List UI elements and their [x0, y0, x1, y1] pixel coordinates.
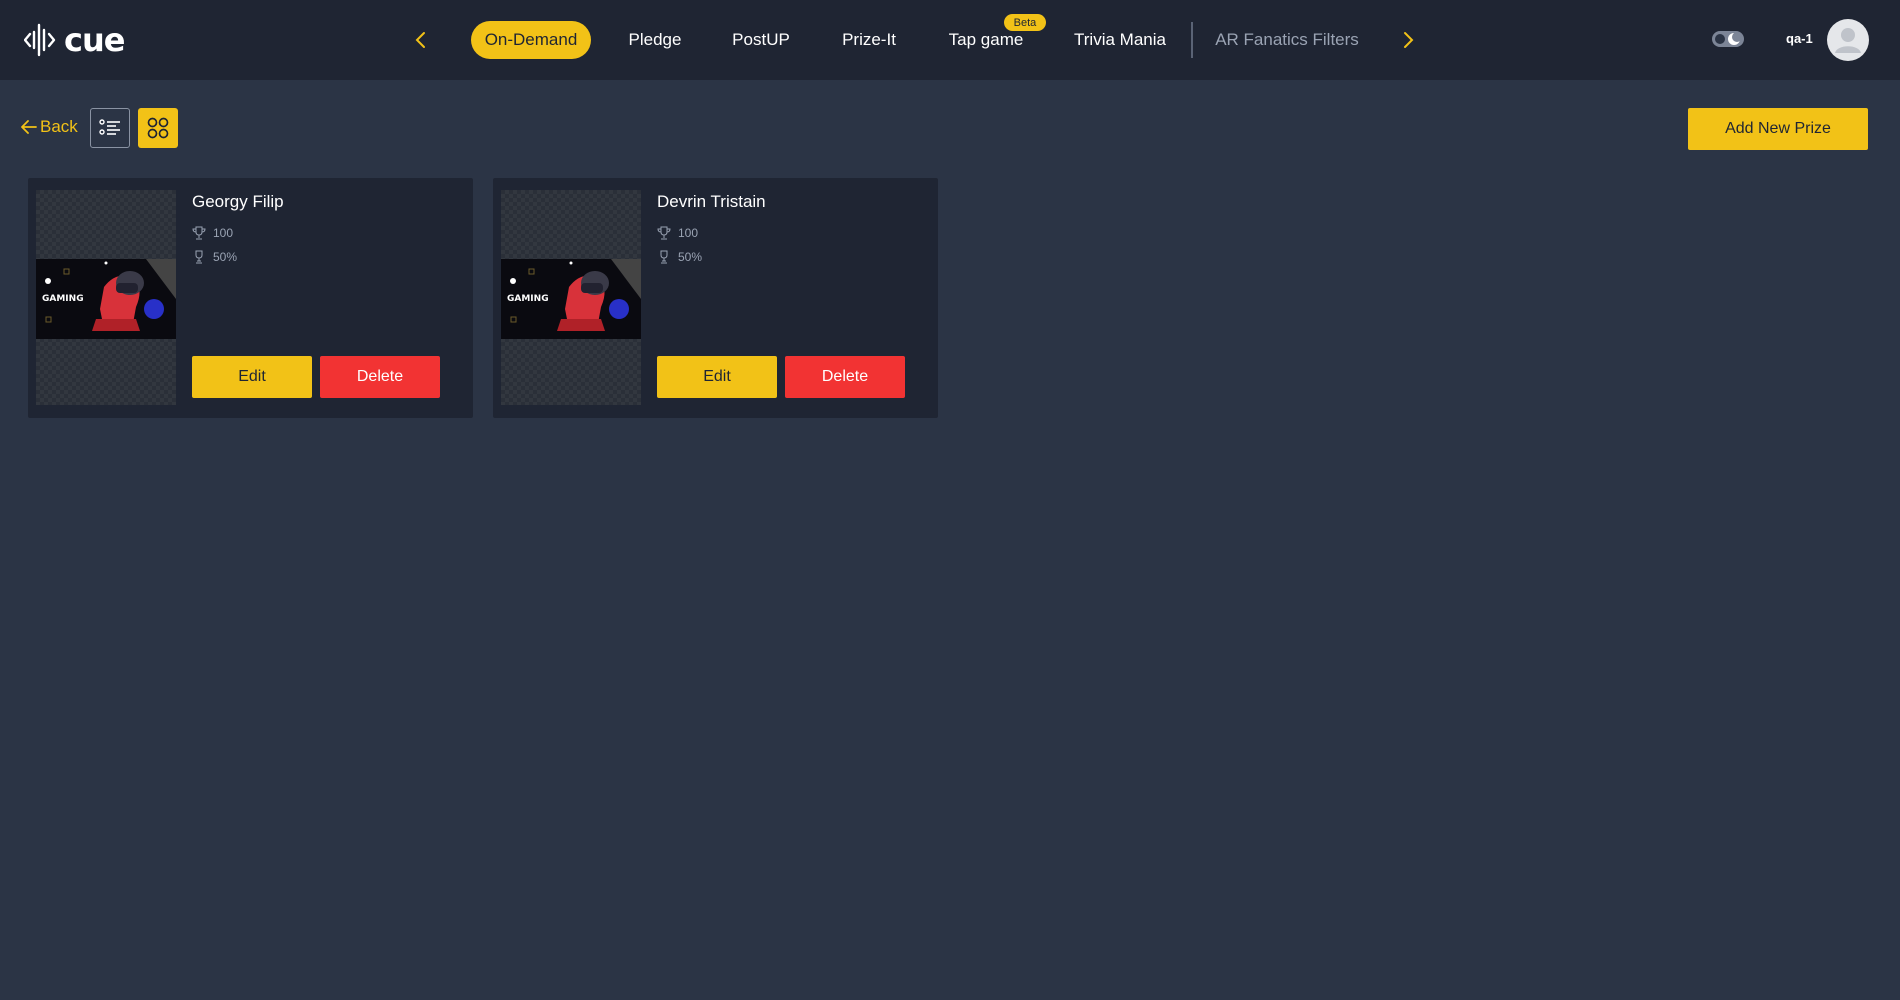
- prize-card: GAMING Georgy Filip 100 50% Edit Delete: [28, 178, 473, 418]
- chevron-left-icon: [415, 32, 425, 48]
- prize-image: GAMING: [36, 259, 176, 339]
- nav-prev-arrow[interactable]: [407, 26, 435, 54]
- username-label: qa-1: [1786, 31, 1813, 46]
- gaming-image-text: GAMING: [507, 294, 549, 304]
- trophy-probability-icon: [195, 250, 203, 264]
- trophy-probability-icon: [660, 250, 668, 264]
- cue-logo[interactable]: cue: [24, 20, 125, 60]
- soundwave-logo-icon: [24, 23, 56, 57]
- top-navigation-bar: cue On-Demand Pledge PostUP Prize-It Tap…: [0, 0, 1900, 80]
- tab-pledge[interactable]: Pledge: [620, 21, 690, 59]
- chevron-right-icon: [1404, 32, 1414, 48]
- nav-next-arrow[interactable]: [1394, 26, 1422, 54]
- prize-name: Georgy Filip: [192, 192, 284, 211]
- prize-probability: 50%: [192, 250, 237, 264]
- avatar[interactable]: [1827, 19, 1869, 61]
- dark-mode-toggle-icon: [1712, 31, 1744, 47]
- prize-name: Devrin Tristain: [657, 192, 766, 211]
- tab-postup[interactable]: PostUP: [722, 21, 800, 59]
- prize-points: 100: [192, 226, 233, 240]
- prize-points-value: 100: [213, 226, 234, 240]
- trophy-points-icon: [657, 226, 671, 240]
- back-button[interactable]: Back: [21, 117, 78, 137]
- prize-points: 100: [657, 226, 698, 240]
- tab-ar-fanatics-filters[interactable]: AR Fanatics Filters: [1212, 21, 1362, 59]
- back-label: Back: [40, 117, 78, 136]
- theme-toggle[interactable]: [1712, 29, 1744, 54]
- prize-probability: 50%: [657, 250, 702, 264]
- gaming-image: GAMING: [36, 259, 176, 339]
- beta-badge: Beta: [1004, 14, 1046, 31]
- arrow-left-icon: [21, 120, 37, 134]
- tab-trivia-mania[interactable]: Trivia Mania: [1070, 21, 1170, 59]
- prize-card: GAMING Devrin Tristain 100 50% Edit Dele…: [493, 178, 938, 418]
- prize-probability-value: 50%: [678, 250, 703, 264]
- prize-points-value: 100: [678, 226, 699, 240]
- tab-prize-it[interactable]: Prize-It: [832, 21, 906, 59]
- edit-button[interactable]: Edit: [657, 356, 777, 398]
- grid-view-icon: [147, 117, 169, 139]
- prize-image: GAMING: [501, 259, 641, 339]
- delete-button[interactable]: Delete: [785, 356, 905, 398]
- prize-thumbnail: GAMING: [501, 190, 641, 405]
- prize-probability-value: 50%: [213, 250, 238, 264]
- trophy-points-icon: [192, 226, 206, 240]
- gaming-image-text: GAMING: [42, 294, 84, 304]
- gaming-image: GAMING: [501, 259, 641, 339]
- nav-divider: [1191, 22, 1193, 58]
- add-new-prize-button[interactable]: Add New Prize: [1688, 108, 1868, 150]
- list-view-button[interactable]: [90, 108, 130, 148]
- grid-view-button[interactable]: [138, 108, 178, 148]
- edit-button[interactable]: Edit: [192, 356, 312, 398]
- delete-button[interactable]: Delete: [320, 356, 440, 398]
- tab-on-demand[interactable]: On-Demand: [471, 21, 591, 59]
- user-avatar-icon: [1835, 28, 1861, 53]
- logo-text: cue: [64, 21, 125, 59]
- list-view-icon: [99, 119, 120, 135]
- prize-thumbnail: GAMING: [36, 190, 176, 405]
